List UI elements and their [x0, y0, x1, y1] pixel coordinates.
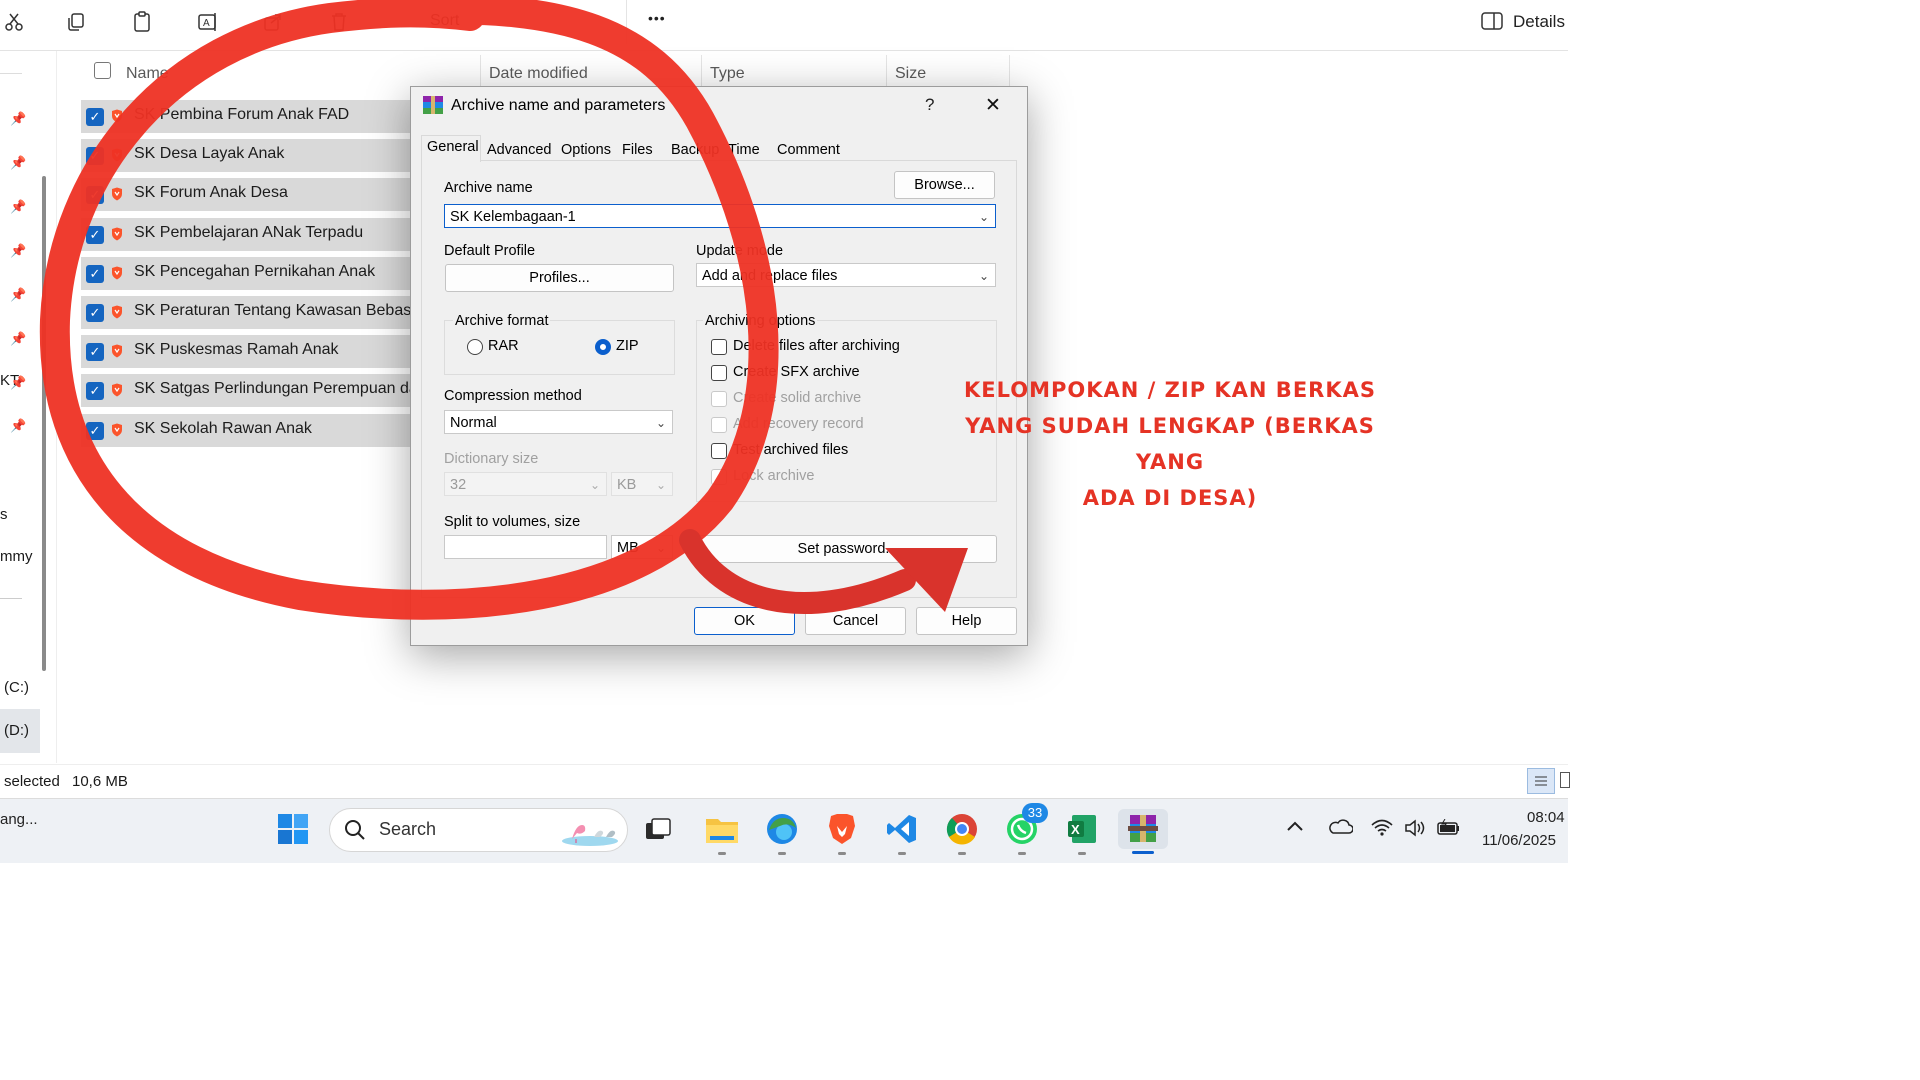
annotation-arrow: [679, 529, 916, 615]
tab-general[interactable]: General: [427, 136, 479, 158]
annotation-line: KELOMPOKAN / ZIP KAN BERKAS: [964, 378, 1376, 402]
annotation-text: KELOMPOKAN / ZIP KAN BERKAS YANG SUDAH L…: [950, 372, 1390, 516]
annotation-line: YANG SUDAH LENGKAP (BERKAS YANG: [965, 414, 1375, 474]
annotation-line: ADA DI DESA): [1082, 486, 1258, 510]
annotation-circle: [39, 0, 779, 620]
